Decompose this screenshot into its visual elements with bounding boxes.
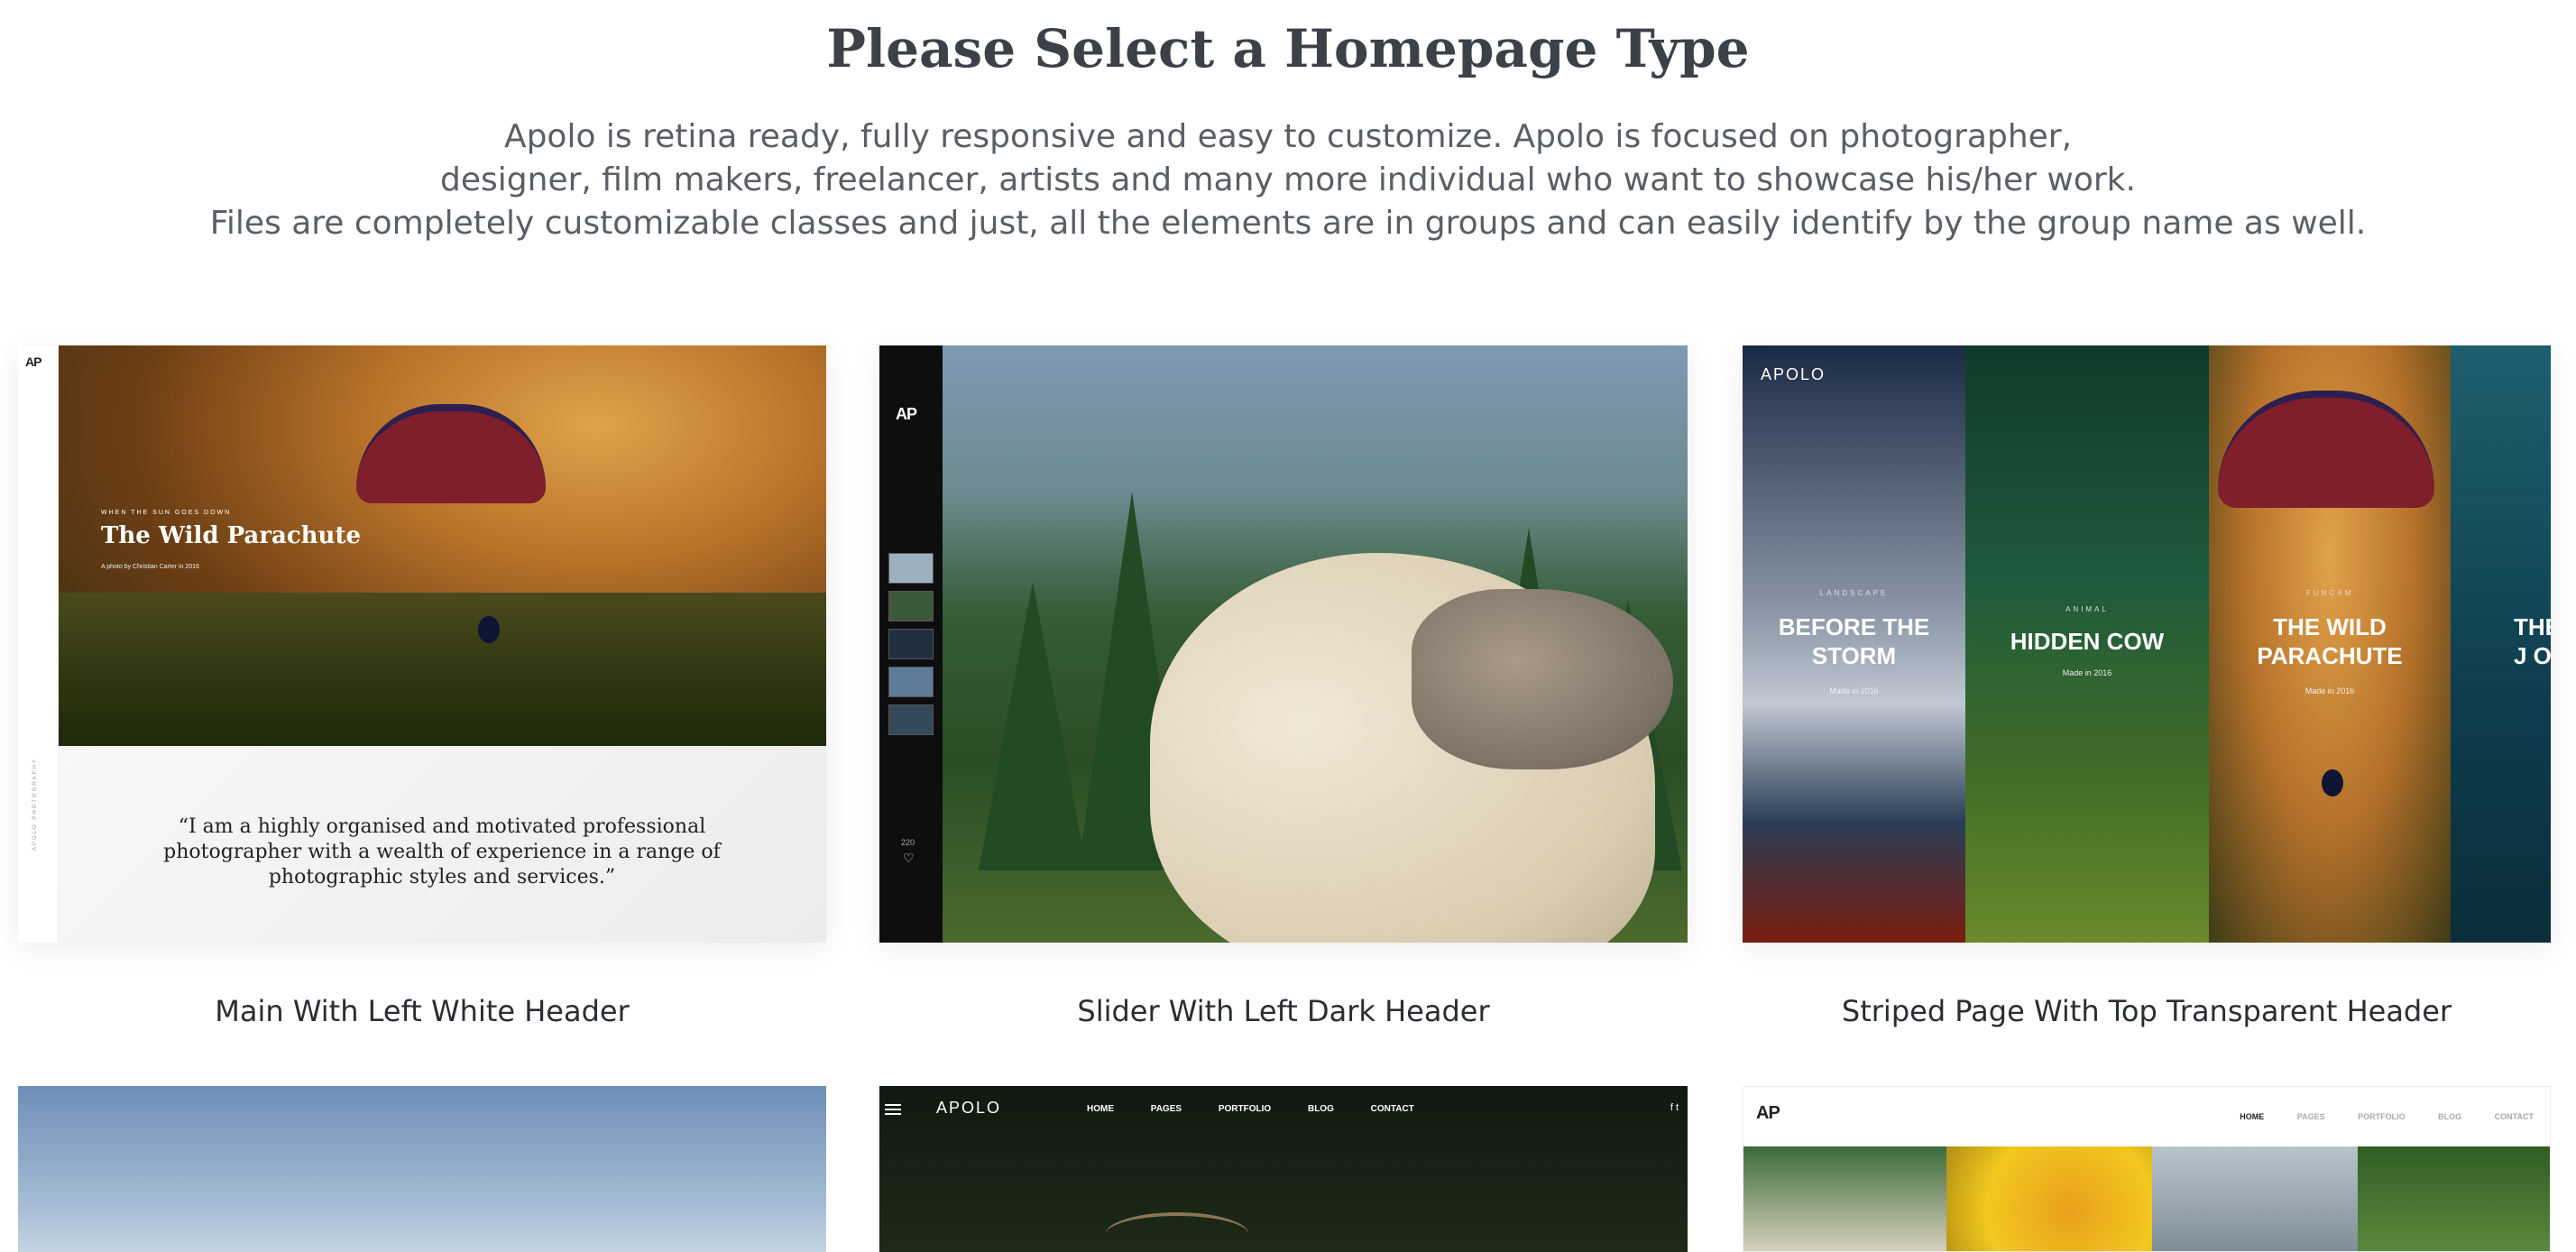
tile-image (1743, 1146, 1946, 1251)
preview-nav: HOME PAGES PORTFOLIO BLOG CONTACT (1087, 1104, 1449, 1114)
strip-kicker: LANDSCAPE (1819, 589, 1889, 597)
preview-sheep-image (943, 345, 1688, 943)
card-caption[interactable]: Slider With Left Dark Header (879, 994, 1688, 1028)
homepage-card-striped-top-transparent[interactable]: LANDSCAPE BEFORE THE STORM Made in 2016 … (1743, 345, 2551, 943)
strip-panel: ANIMAL HIDDEN COW Made in 2016 (1965, 345, 2209, 943)
parachute-shape (2218, 391, 2434, 508)
pilot-shape (478, 616, 500, 643)
homepage-card-main-left-white[interactable]: AP APOLO PHOTOGRAPHY WHEN THE SUN GOES D… (18, 345, 826, 943)
strip-panel: LANDSCAPE BEFORE THE STORM Made in 2016 (1743, 345, 1965, 943)
slider-thumb (888, 667, 934, 697)
strip-title: THE J O (2514, 613, 2551, 669)
strip-made: Made in 2016 (2062, 668, 2112, 677)
homepage-card-row2-dark[interactable]: APOLO HOME PAGES PORTFOLIO BLOG CONTACT … (879, 1086, 1688, 1252)
preview-vertical-text: APOLO PHOTOGRAPHY (32, 758, 38, 851)
slider-thumb (888, 591, 934, 621)
likes-count: 220 (901, 838, 915, 847)
strip-panel: THE J O (2451, 345, 2551, 943)
description-line: Apolo is retina ready, fully responsive … (503, 118, 2073, 155)
preview-logo: APOLO (936, 1099, 1002, 1117)
tile-image (2152, 1146, 2358, 1251)
menu-icon (885, 1104, 901, 1106)
preview-dark-sidebar: AP 220 ♡ (879, 345, 943, 943)
preview-logo: AP (1756, 1103, 1780, 1123)
page-title: Please Select a Homepage Type (826, 18, 1750, 79)
preview-nav: HOME PAGES PORTFOLIO BLOG CONTACT (2209, 1112, 2534, 1121)
description-line: designer, film makers, freelancer, artis… (440, 161, 2136, 198)
slider-thumb (888, 704, 934, 735)
description-line: Files are completely customizable classe… (209, 205, 2367, 242)
strip-title: HIDDEN COW (2010, 628, 2165, 655)
slider-thumb (888, 553, 934, 584)
nav-item: BLOG (2438, 1112, 2462, 1121)
nav-item: PAGES (2296, 1112, 2325, 1121)
tile-image (1946, 1146, 2152, 1251)
strip-title: THE WILD PARACHUTE (2257, 613, 2403, 669)
homepage-card-slider-left-dark[interactable]: AP 220 ♡ (879, 345, 1688, 943)
preview-logo: AP (896, 405, 917, 423)
antler-shape (1105, 1212, 1249, 1252)
nav-item: BLOG (1307, 1104, 1334, 1114)
preview-title: The Wild Parachute (101, 522, 362, 549)
preview-sidebar: AP APOLO PHOTOGRAPHY (18, 345, 59, 943)
parachute-shape (356, 404, 546, 503)
strip-kicker: ANIMAL (2065, 605, 2109, 613)
social-icons: f t (1670, 1102, 1679, 1113)
strip-made: Made in 2016 (1829, 686, 1879, 695)
card-caption[interactable]: Striped Page With Top Transparent Header (1743, 994, 2551, 1028)
homepage-card-row2-sky[interactable] (18, 1086, 826, 1252)
slider-thumb (888, 629, 934, 659)
card-caption[interactable]: Main With Left White Header (18, 994, 826, 1028)
nav-item: CONTACT (1370, 1104, 1414, 1114)
page-description: Apolo is retina ready, fully responsive … (0, 115, 2576, 245)
nav-item: PORTFOLIO (2358, 1112, 2406, 1121)
nav-item: CONTACT (2494, 1112, 2534, 1121)
strip-title: BEFORE THE STORM (1778, 613, 1930, 669)
strip-made: Made in 2016 (2305, 686, 2355, 695)
homepage-card-row2-white[interactable]: AP HOME PAGES PORTFOLIO BLOG CONTACT (1743, 1086, 2551, 1252)
heart-icon: ♡ (903, 851, 915, 865)
nav-item: PAGES (1150, 1104, 1182, 1114)
nav-item: HOME (2240, 1112, 2265, 1121)
nav-item: PORTFOLIO (1218, 1104, 1272, 1114)
preview-logo: APOLO (1761, 365, 1826, 383)
preview-quote: “I am a highly organised and motivated p… (163, 815, 721, 888)
strip-panel: FUNCAM THE WILD PARACHUTE Made in 2016 (2209, 345, 2451, 943)
pilot-shape (2322, 769, 2343, 796)
tile-image (2358, 1146, 2550, 1251)
preview-kicker: WHEN THE SUN GOES DOWN (101, 510, 232, 516)
strip-kicker: FUNCAM (2305, 589, 2354, 597)
nav-item: HOME (1087, 1104, 1114, 1114)
preview-credit: A photo by Christian Carter in 2016 (101, 564, 199, 570)
preview-logo: AP (25, 354, 41, 369)
